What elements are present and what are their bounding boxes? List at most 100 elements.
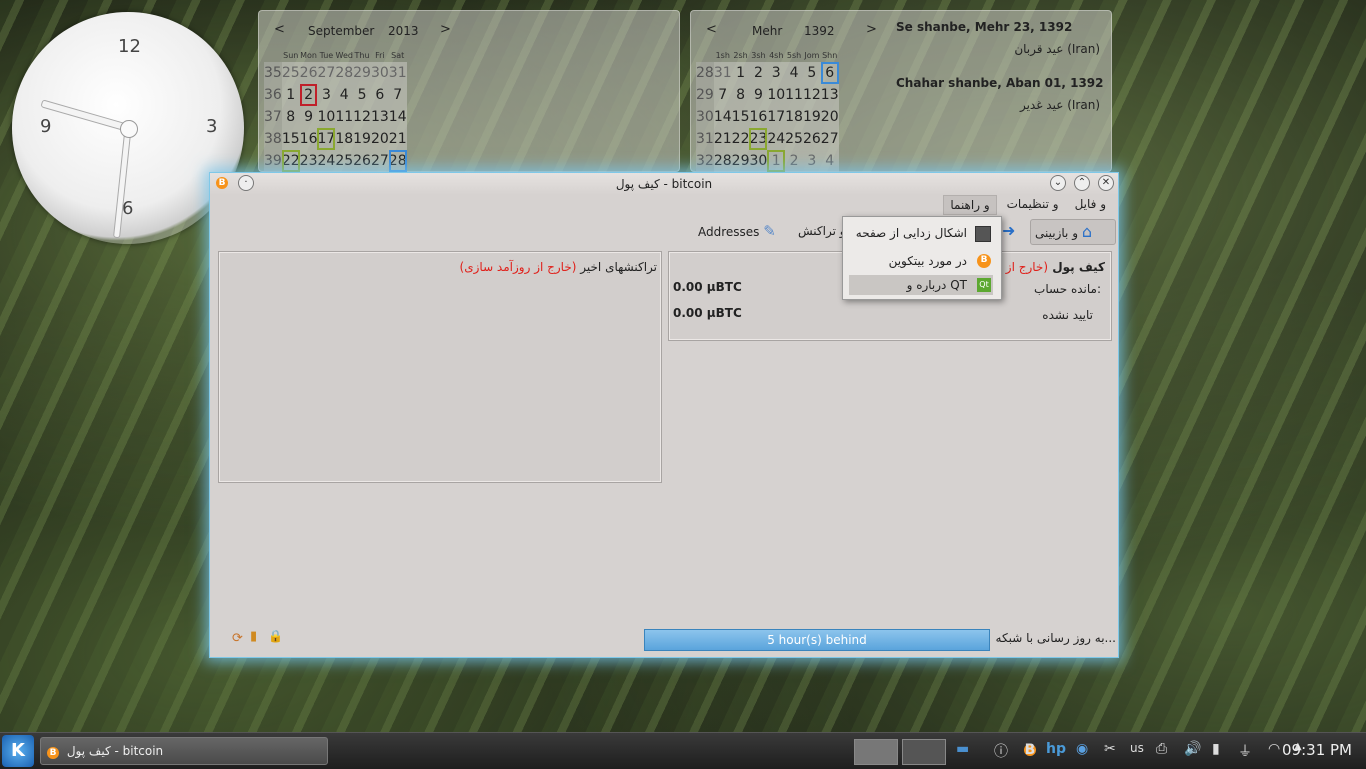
about-qt-item[interactable]: درباره و QT Qt [849, 275, 993, 295]
menu-settings[interactable]: و تنظیمات [1001, 195, 1065, 215]
calendar-day[interactable]: 21 [713, 128, 732, 150]
calendar-day-event[interactable]: 17 [317, 128, 336, 150]
calendar-day[interactable]: 19 [802, 106, 821, 128]
calendar-day[interactable]: 27 [820, 128, 839, 150]
calendar-day[interactable]: 30 [749, 150, 768, 172]
about-bitcoin-item[interactable]: در مورد بیتکوین B [849, 251, 993, 271]
calendar-day[interactable]: 14 [388, 106, 407, 128]
clipboard-scissors-icon[interactable]: ✂ [1104, 741, 1116, 757]
calendar-day[interactable]: 1 [731, 62, 750, 84]
calendar-day[interactable]: 29 [353, 62, 371, 84]
calendar-day[interactable]: 22 [731, 128, 750, 150]
calendar-day[interactable]: 13 [370, 106, 389, 128]
calendar-day[interactable]: 25 [281, 62, 300, 84]
display-icon[interactable]: ▬ [956, 741, 969, 757]
calendar-day[interactable]: 20 [370, 128, 389, 150]
calendar-day[interactable]: 15 [731, 106, 750, 128]
calendar-day[interactable]: 4 [785, 62, 803, 84]
calendar-month[interactable]: September [308, 24, 374, 38]
calendar-day[interactable]: 17 [767, 106, 786, 128]
calendar-day[interactable]: 20 [820, 106, 839, 128]
calendar-day[interactable]: 7 [388, 84, 407, 106]
calendar-day[interactable]: 3 [767, 62, 786, 84]
calendar-day[interactable]: 11 [785, 84, 803, 106]
calendar-prev-button[interactable]: < [706, 22, 717, 37]
calendar-day[interactable]: 5 [802, 62, 821, 84]
calendar-day[interactable]: 27 [370, 150, 389, 172]
calendar-day[interactable]: 5 [353, 84, 371, 106]
addresses-tab[interactable]: Addresses ✎ [698, 219, 776, 243]
volume-icon[interactable]: 🔊 [1184, 741, 1201, 757]
calendar-day[interactable]: 23 [299, 150, 318, 172]
calendar-day[interactable]: 2 [749, 62, 768, 84]
calendar-day[interactable]: 14 [713, 106, 732, 128]
calendar-year[interactable]: 1392 [804, 24, 835, 38]
usb-device-icon[interactable]: ⏚ [1238, 741, 1252, 761]
calendar-day[interactable]: 11 [335, 106, 354, 128]
pager-desktop-2[interactable] [902, 739, 946, 765]
calendar-day[interactable]: 28 [713, 150, 732, 172]
calendar-day-today[interactable]: 2 [299, 84, 318, 106]
calendar-day[interactable]: 24 [317, 150, 336, 172]
calendar-day-event[interactable]: 23 [749, 128, 768, 150]
calendar-day[interactable]: 18 [335, 128, 354, 150]
calendar-day[interactable]: 2 [785, 150, 803, 172]
wifi-icon[interactable]: ◠ [1268, 741, 1280, 757]
send-arrow-icon[interactable]: ➜ [1002, 219, 1015, 243]
calendar-day[interactable]: 6 [370, 84, 389, 106]
keyboard-layout-indicator[interactable]: us [1130, 741, 1144, 755]
calendar-day[interactable]: 26 [802, 128, 821, 150]
calendar-day[interactable]: 16 [749, 106, 768, 128]
taskbar-task-bitcoin[interactable]: B کیف پول - bitcoin [40, 737, 328, 765]
calendar-day[interactable]: 3 [317, 84, 336, 106]
calendar-day[interactable]: 16 [299, 128, 318, 150]
calendar-day[interactable]: 18 [785, 106, 803, 128]
calendar-day-selected[interactable]: 28 [388, 150, 407, 172]
calendar-day[interactable]: 24 [767, 128, 786, 150]
debug-window-item[interactable]: اشکال زدایی از صفحه [849, 223, 993, 243]
menu-help[interactable]: و راهنما [943, 195, 997, 215]
application-launcher-icon[interactable]: K [2, 735, 34, 767]
calendar-day-event[interactable]: 22 [281, 150, 300, 172]
calendar-day[interactable]: 1 [281, 84, 300, 106]
taskbar-clock[interactable]: 09:31 PM [1282, 741, 1352, 759]
calendar-day[interactable]: 31 [713, 62, 732, 84]
calendar-day[interactable]: 31 [388, 62, 407, 84]
calendar-day[interactable]: 26 [353, 150, 371, 172]
calendar-day[interactable]: 10 [767, 84, 786, 106]
calendar-day[interactable]: 9 [749, 84, 768, 106]
printer-icon[interactable]: ⎙ [1156, 741, 1167, 757]
calendar-day[interactable]: 4 [335, 84, 354, 106]
calendar-day[interactable]: 13 [820, 84, 839, 106]
close-button[interactable]: ✕ [1098, 175, 1114, 191]
calendar-day[interactable]: 4 [820, 150, 839, 172]
calendar-day[interactable]: 12 [353, 106, 371, 128]
calendar-day[interactable]: 27 [317, 62, 336, 84]
window-titlebar[interactable]: B · کیف پول - bitcoin ⌄ ⌃ ✕ [210, 173, 1118, 195]
calendar-day[interactable]: 19 [353, 128, 371, 150]
calendar-day[interactable]: 12 [802, 84, 821, 106]
calendar-day-event[interactable]: 1 [767, 150, 786, 172]
calendar-day[interactable]: 10 [317, 106, 336, 128]
network-globe-icon[interactable]: ◉ [1076, 741, 1088, 757]
battery-icon[interactable]: ▮ [1212, 741, 1220, 757]
calendar-day[interactable]: 25 [335, 150, 354, 172]
calendar-day[interactable]: 9 [299, 106, 318, 128]
calendar-day[interactable]: 7 [713, 84, 732, 106]
calendar-day[interactable]: 8 [731, 84, 750, 106]
hp-icon[interactable]: hp [1046, 741, 1066, 757]
calendar-day[interactable]: 21 [388, 128, 407, 150]
calendar-day[interactable]: 28 [335, 62, 354, 84]
calendar-day[interactable]: 30 [370, 62, 389, 84]
calendar-prev-button[interactable]: < [274, 22, 285, 37]
transactions-tab[interactable]: و تراکنش [798, 219, 846, 243]
minimize-button[interactable]: ⌄ [1050, 175, 1066, 191]
menu-file[interactable]: و فایل [1069, 195, 1112, 215]
calendar-month[interactable]: Mehr [752, 24, 782, 38]
calendar-day[interactable]: 15 [281, 128, 300, 150]
calendar-next-button[interactable]: > [440, 22, 451, 37]
info-icon[interactable]: ⓘ [994, 741, 1008, 761]
bitcoin-tray-icon[interactable]: B [1024, 743, 1036, 757]
overview-tab[interactable]: و بازبینی ⌂ [1030, 219, 1116, 245]
calendar-day[interactable]: 3 [802, 150, 821, 172]
